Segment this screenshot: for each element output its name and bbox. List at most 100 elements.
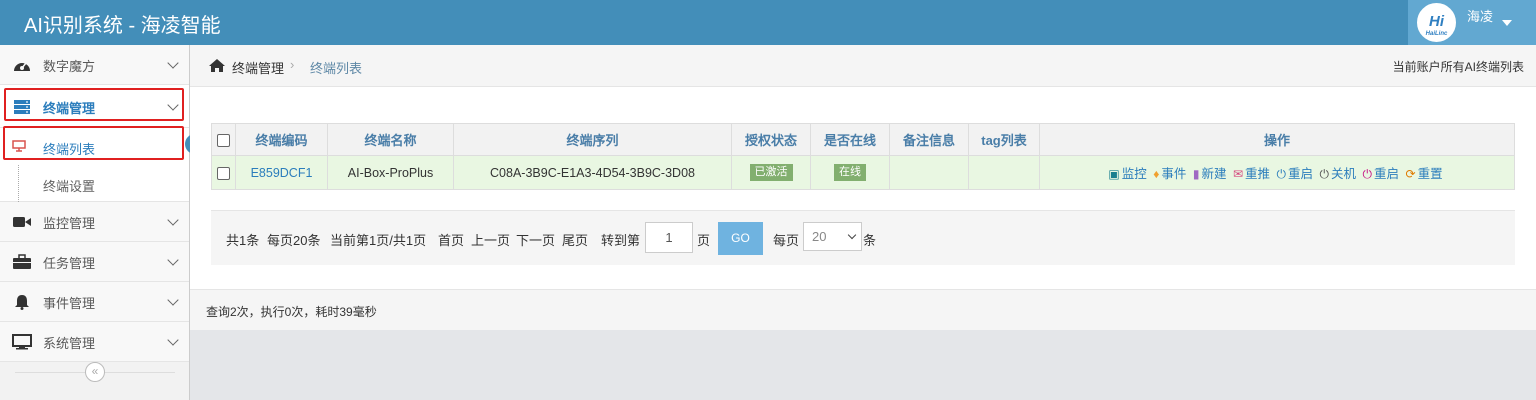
action-label: 重置 <box>1417 167 1443 181</box>
auth-status-cell: 已激活 <box>731 155 811 190</box>
page-description: 当前账户所有AI终端列表 <box>1392 60 1524 74</box>
event-action[interactable]: ♦ 事件 <box>1153 163 1186 182</box>
query-stats-bar: 查询2次，执行0次，耗时39毫秒 <box>190 289 1536 330</box>
page-info: 当前第1页/共1页 <box>330 233 427 248</box>
tree-connector <box>18 165 19 202</box>
goto-suffix: 页 <box>697 233 711 248</box>
select-all-cell <box>211 123 236 156</box>
chevron-down-icon <box>167 334 179 346</box>
sidebar: 数字魔方 终端管理 终端列表 终端设置 监控管理 任务管理 事件管理 系统管理 <box>0 45 195 400</box>
goto-label: 转到第 <box>601 233 641 248</box>
tags-cell <box>968 155 1040 190</box>
power-icon: ⏻ <box>1362 167 1373 181</box>
sidebar-item-event-management[interactable]: 事件管理 <box>0 282 189 322</box>
bell-icon <box>15 295 29 310</box>
goto-page-input[interactable]: 1 <box>645 222 693 253</box>
go-button[interactable]: GO <box>718 222 763 255</box>
pagination-bar: 共1条 每页20条 当前第1页/共1页 首页 上一页 下一页 尾页 转到第 1 … <box>211 210 1515 265</box>
submenu-item-terminal-settings[interactable]: 终端设置 <box>0 165 189 202</box>
terminal-serial-cell: C08A-3B9C-E1A3-4D54-3B9C-3D08 <box>453 155 732 190</box>
first-page-link[interactable]: 首页 <box>438 230 464 249</box>
bell-icon: ♦ <box>1153 167 1160 181</box>
caret-down-icon[interactable] <box>1502 20 1512 26</box>
action-label: 监控 <box>1121 167 1147 181</box>
page-size-label: 每页 <box>773 233 800 248</box>
sidebar-item-label: 任务管理 <box>43 256 96 271</box>
sidebar-item-label: 系统管理 <box>43 336 96 351</box>
page-size-suffix: 条 <box>863 233 877 248</box>
column-header[interactable]: 终端序列 <box>453 123 732 156</box>
column-header[interactable]: 授权状态 <box>731 123 811 156</box>
restart-backend-action[interactable]: ⏻ 重启 <box>1277 163 1314 182</box>
submenu-item-label: 终端设置 <box>43 179 96 194</box>
collapse-double-left-icon[interactable]: « <box>85 362 105 382</box>
prev-page-link[interactable]: 上一页 <box>471 230 510 249</box>
column-header[interactable]: 是否在线 <box>810 123 890 156</box>
camera-icon: ▣ <box>1108 167 1120 181</box>
table-header-row: 终端编码 终端名称 终端序列 授权状态 是否在线 备注信息 tag列表 操作 <box>211 123 1515 156</box>
chevron-down-icon <box>167 57 179 69</box>
action-label: 重推 <box>1245 167 1271 181</box>
next-page-link[interactable]: 下一页 <box>516 230 555 249</box>
sidebar-item-label: 事件管理 <box>43 296 96 311</box>
terminal-code-link[interactable]: E859DCF1 <box>251 166 313 180</box>
chevron-down-icon <box>847 230 857 240</box>
remark-cell <box>889 155 969 190</box>
shutdown-action[interactable]: ⏻ 关机 <box>1320 163 1357 182</box>
sidebar-item-label: 数字魔方 <box>43 59 96 74</box>
avatar[interactable]: Hi HaiLinc <box>1417 3 1456 42</box>
repush-action[interactable]: ✉ 重推 <box>1233 163 1270 182</box>
breadcrumb-separator: › <box>290 57 295 72</box>
reboot-action[interactable]: ⏻ 重启 <box>1363 163 1400 182</box>
column-header[interactable]: 备注信息 <box>889 123 969 156</box>
chevron-down-icon <box>167 254 179 266</box>
terminal-name-cell: AI-Box-ProPlus <box>327 155 454 190</box>
action-label: 重启 <box>1374 167 1400 181</box>
action-label: 事件 <box>1161 167 1187 181</box>
row-checkbox[interactable] <box>217 166 230 180</box>
home-icon[interactable] <box>208 58 226 73</box>
envelope-icon: ✉ <box>1232 167 1244 181</box>
terminal-table: 终端编码 终端名称 终端序列 授权状态 是否在线 备注信息 tag列表 操作 E… <box>211 123 1515 190</box>
select-all-checkbox[interactable] <box>217 134 230 148</box>
sidebar-item-system-management[interactable]: 系统管理 <box>0 322 189 362</box>
column-header[interactable]: tag列表 <box>968 123 1040 156</box>
sidebar-item-task-management[interactable]: 任务管理 <box>0 242 189 282</box>
briefcase-icon <box>13 254 31 269</box>
new-action[interactable]: ▮ 新建 <box>1193 163 1227 182</box>
power-icon: ⏻ <box>1319 167 1330 181</box>
top-navbar: AI识别系统 - 海凌智能 Hi HaiLinc 海凌 <box>0 0 1536 45</box>
breadcrumb-home[interactable]: 终端管理 <box>232 58 284 77</box>
sidebar-item-label: 监控管理 <box>43 216 96 231</box>
breadcrumb: 终端管理 › 终端列表 当前账户所有AI终端列表 <box>190 45 1536 87</box>
column-header: 操作 <box>1039 123 1515 156</box>
action-label: 新建 <box>1201 167 1227 181</box>
last-page-link[interactable]: 尾页 <box>562 230 588 249</box>
reset-action[interactable]: ⟳ 重置 <box>1406 163 1443 182</box>
online-status-cell: 在线 <box>810 155 890 190</box>
sidebar-item-digital-cube[interactable]: 数字魔方 <box>0 45 189 85</box>
status-badge: 已激活 <box>749 164 793 181</box>
action-label: 重启 <box>1288 167 1314 181</box>
monitor-action[interactable]: ▣ 监控 <box>1108 163 1146 182</box>
highlight-box <box>3 126 184 160</box>
refresh-icon: ⟳ <box>1405 167 1416 181</box>
power-icon: ⏻ <box>1276 167 1287 181</box>
user-name[interactable]: 海凌 <box>1467 6 1493 25</box>
desktop-icon <box>12 334 32 350</box>
highlight-box <box>4 88 184 121</box>
video-camera-icon <box>13 217 31 227</box>
app-title: AI识别系统 - 海凌智能 <box>24 15 221 37</box>
breadcrumb-current: 终端列表 <box>310 61 363 76</box>
page-size-value: 20 <box>812 229 827 244</box>
per-page-info: 每页20条 <box>267 233 321 248</box>
avatar-logo-subtext: HaiLinc <box>1426 31 1448 37</box>
column-header[interactable]: 终端名称 <box>327 123 454 156</box>
page-size-select[interactable]: 20 <box>803 222 862 251</box>
dashboard-icon <box>14 62 30 71</box>
column-header[interactable]: 终端编码 <box>235 123 328 156</box>
chevron-down-icon <box>167 294 179 306</box>
sidebar-item-monitor-management[interactable]: 监控管理 <box>0 202 189 242</box>
table-row: E859DCF1 AI-Box-ProPlus C08A-3B9C-E1A3-4… <box>211 155 1515 190</box>
user-menu[interactable]: Hi HaiLinc 海凌 <box>1408 0 1536 45</box>
